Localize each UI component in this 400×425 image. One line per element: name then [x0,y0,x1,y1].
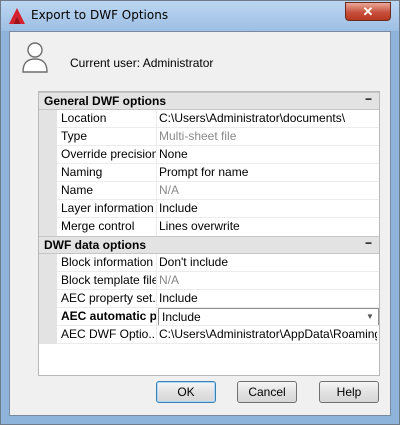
property-name: Block template file [61,273,156,287]
aec-automatic-dropdown[interactable]: Include ▼ [158,308,379,326]
category-dwf-data-options[interactable]: DWF data options − [39,236,379,254]
property-name: Merge control [61,219,135,233]
close-button[interactable]: ✕ [345,2,391,21]
autocad-logo-icon [9,8,25,24]
close-icon: ✕ [362,4,374,19]
property-value[interactable]: Don't include [159,255,377,269]
property-value: Multi-sheet file [159,129,237,143]
property-row[interactable]: Block information Don't include [39,254,379,272]
dropdown-value: Include [162,310,201,324]
property-grid: General DWF options − Location C:\Users\… [38,91,380,376]
current-user-label: Current user: Administrator [70,56,214,70]
cancel-button[interactable]: Cancel [237,381,297,403]
property-name: Type [61,129,88,143]
property-row[interactable]: Naming Prompt for name [39,164,379,182]
property-value[interactable]: Prompt for name [159,165,377,179]
category-title: DWF data options [44,238,146,252]
property-value[interactable]: Lines overwrite [159,219,377,233]
property-name: Layer information [61,201,154,215]
property-row[interactable]: AEC DWF Optio... C:\Users\Administrator\… [39,326,379,344]
property-value: N/A [159,273,180,287]
property-row-selected[interactable]: AEC automatic p... Include ▼ [39,308,379,326]
property-value[interactable]: C:\Users\Administrator\documents\ [159,111,377,125]
property-value: N/A [159,183,180,197]
property-value[interactable]: C:\Users\Administrator\AppData\Roaming\A… [159,327,377,341]
property-name: AEC DWF Optio... [61,327,156,341]
chevron-down-icon[interactable]: ▼ [363,310,377,324]
user-icon [22,42,48,73]
property-name: Naming [61,165,103,179]
property-row[interactable]: Name N/A [39,182,379,200]
property-name: Name [61,183,94,197]
property-name: Block information [61,255,154,269]
property-row[interactable]: Block template file N/A [39,272,379,290]
property-value[interactable]: Include [159,291,377,305]
property-value[interactable]: None [159,147,377,161]
property-row[interactable]: Layer information Include [39,200,379,218]
category-title: General DWF options [44,94,167,108]
property-row[interactable]: AEC property set... Include [39,290,379,308]
property-name: Override precision [61,147,156,161]
property-row[interactable]: Location C:\Users\Administrator\document… [39,110,379,128]
property-row[interactable]: Type Multi-sheet file [39,128,379,146]
category-general-dwf-options[interactable]: General DWF options − [39,92,379,110]
dialog-window: Export to DWF Options ✕ Current user: Ad… [0,0,400,425]
ok-button[interactable]: OK [156,381,216,403]
window-title: Export to DWF Options [31,8,169,22]
help-button[interactable]: Help [319,381,379,403]
dialog-body: Current user: Administrator General DWF … [9,31,391,416]
title-bar[interactable]: Export to DWF Options ✕ [1,1,399,31]
collapse-icon[interactable]: − [365,92,372,106]
property-name: AEC automatic p... [61,309,156,323]
property-name: AEC property set... [61,291,156,305]
property-name: Location [61,111,107,125]
collapse-icon[interactable]: − [365,236,372,250]
property-row[interactable]: Merge control Lines overwrite [39,218,379,236]
property-value[interactable]: Include [159,201,377,215]
property-row[interactable]: Override precision None [39,146,379,164]
